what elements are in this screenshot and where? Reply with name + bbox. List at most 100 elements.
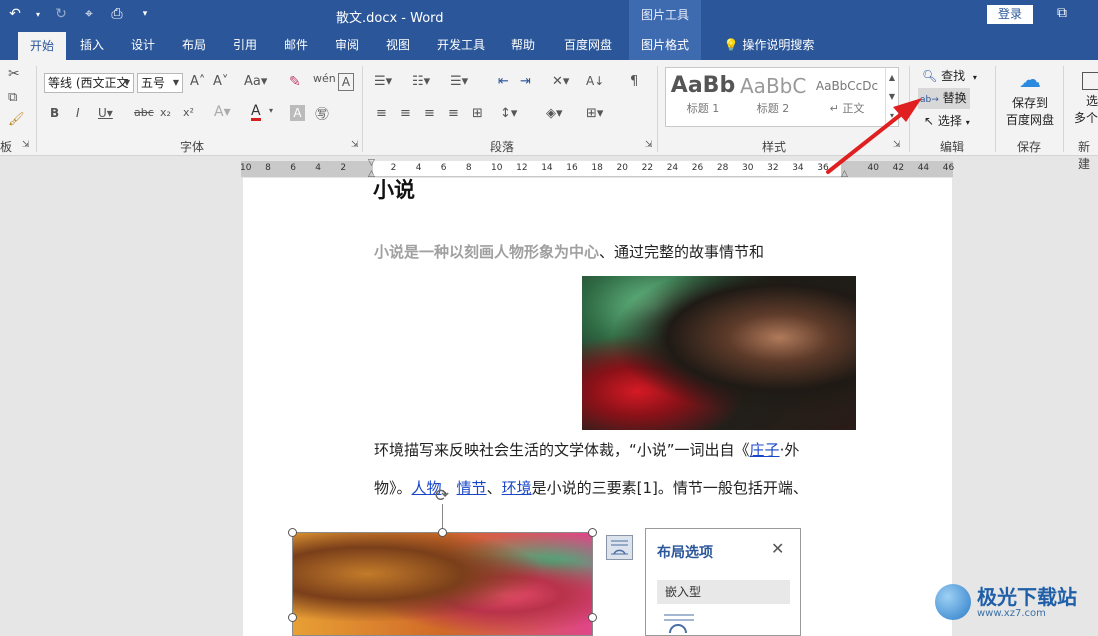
tab-developer[interactable]: 开发工具: [432, 30, 490, 60]
distributed-icon[interactable]: ⊞: [472, 106, 483, 121]
align-left-icon[interactable]: ≡: [376, 106, 387, 121]
cut-icon[interactable]: ✂: [8, 66, 20, 82]
rotate-handle-icon[interactable]: ⟳: [432, 486, 452, 506]
tab-mailings[interactable]: 邮件: [276, 30, 316, 60]
ribbon-display-options-icon[interactable]: ⧉: [1057, 5, 1067, 21]
font-launcher-icon[interactable]: ⇲: [351, 140, 359, 150]
resize-handle-e[interactable]: [588, 613, 597, 622]
ruler-number: 2: [390, 163, 397, 173]
format-painter-qat-icon[interactable]: ⌖: [80, 5, 98, 23]
clear-format-icon[interactable]: ✎: [289, 74, 301, 90]
print-preview-icon[interactable]: ⎙: [108, 5, 126, 23]
login-button[interactable]: 登录: [987, 5, 1033, 24]
tab-references[interactable]: 引用: [225, 30, 265, 60]
tab-baidu-netdisk[interactable]: 百度网盘: [557, 30, 619, 60]
show-marks-icon[interactable]: ¶: [630, 74, 638, 89]
font-size-value: 五号: [141, 76, 166, 90]
layout-options-button[interactable]: [606, 535, 633, 560]
style-heading2[interactable]: AaBbC 标题 2: [740, 72, 806, 122]
redo-icon[interactable]: ↻: [52, 5, 70, 23]
font-color-dropdown-icon[interactable]: ▾: [269, 106, 273, 115]
tab-view[interactable]: 视图: [378, 30, 418, 60]
format-painter-icon[interactable]: 🖌: [8, 112, 25, 127]
resize-handle-n[interactable]: [438, 528, 447, 537]
undo-dropdown-icon[interactable]: ▾: [34, 5, 42, 23]
horizontal-ruler[interactable]: 10 8 6 4 2 2 4 6 8 10 12 14 16 18 20 22 24 26 28 30 32 34 36 40…: [240, 158, 954, 179]
close-icon[interactable]: ✕: [771, 539, 784, 558]
tell-me-search[interactable]: 💡 操作说明搜索: [714, 30, 824, 60]
subscript-icon[interactable]: x₂: [160, 106, 171, 119]
ruler-number: 18: [591, 163, 603, 173]
borders-icon[interactable]: ⊞▾: [586, 106, 603, 121]
style-normal[interactable]: AaBbCcDc ↵ 正文: [814, 72, 880, 122]
superscript-icon[interactable]: x²: [183, 106, 194, 119]
styles-launcher-icon[interactable]: ⇲: [893, 140, 901, 150]
bold-icon[interactable]: B: [50, 106, 59, 120]
strikethrough-icon[interactable]: abc: [134, 106, 154, 119]
first-line-indent-marker[interactable]: ▽: [368, 158, 375, 168]
inline-with-text-option-icon[interactable]: [662, 613, 696, 636]
font-name-combo[interactable]: 等线 (西文正文 ▼: [44, 73, 134, 93]
resize-handle-ne[interactable]: [588, 528, 597, 537]
underline-icon[interactable]: U▾: [98, 106, 113, 120]
paragraph-launcher-icon[interactable]: ⇲: [645, 140, 653, 150]
undo-icon[interactable]: ↶: [6, 5, 24, 23]
tab-home[interactable]: 开始: [18, 32, 66, 60]
inline-photo-woman[interactable]: [582, 276, 856, 430]
link-plot[interactable]: 情节: [457, 479, 487, 497]
shrink-font-icon[interactable]: A˅: [213, 74, 228, 89]
style-sample: AaBb: [670, 73, 736, 98]
document-heading[interactable]: 小说: [373, 174, 415, 204]
tab-help[interactable]: 帮助: [503, 30, 543, 60]
clipboard-launcher-icon[interactable]: ⇲: [22, 140, 30, 150]
text-effects-icon[interactable]: A▾: [214, 104, 231, 120]
tab-review[interactable]: 审阅: [327, 30, 367, 60]
tab-insert[interactable]: 插入: [72, 30, 112, 60]
ruler-number: 44: [917, 163, 930, 173]
align-center-icon[interactable]: ≡: [400, 106, 411, 121]
italic-icon[interactable]: I: [76, 106, 80, 120]
multilevel-list-icon[interactable]: ☰▾: [450, 74, 468, 89]
replace-button[interactable]: ab→ 替换: [918, 88, 970, 109]
phonetic-guide-icon[interactable]: wén: [313, 72, 336, 85]
increase-indent-icon[interactable]: ⇥: [520, 74, 531, 89]
copy-icon[interactable]: ⧉: [8, 90, 17, 105]
resize-handle-nw[interactable]: [288, 528, 297, 537]
enclose-char-icon[interactable]: ㊢: [315, 104, 329, 124]
picture-tools-context-label: 图片工具: [629, 0, 701, 30]
resize-handle-w[interactable]: [288, 613, 297, 622]
find-button[interactable]: 🔍︎ 查找 ▾: [922, 67, 977, 84]
ruler-number: 6: [290, 163, 296, 173]
char-shading-icon[interactable]: A: [290, 105, 305, 121]
numbering-icon[interactable]: ☷▾: [412, 74, 430, 89]
select-multiple-button[interactable]: 选 多个: [1074, 68, 1098, 126]
link-zhuangzi[interactable]: 庄子: [750, 441, 780, 459]
bullets-icon[interactable]: ☰▾: [374, 74, 392, 89]
line-spacing-icon[interactable]: ↕▾: [500, 106, 517, 121]
decrease-indent-icon[interactable]: ⇤: [498, 74, 509, 89]
tab-layout[interactable]: 布局: [174, 30, 214, 60]
link-environment[interactable]: 环境: [502, 479, 532, 497]
tab-design[interactable]: 设计: [123, 30, 163, 60]
save-to-baidu-button[interactable]: ☁ 保存到 百度网盘: [1004, 68, 1056, 128]
grow-font-icon[interactable]: A˄: [190, 74, 205, 89]
select-button[interactable]: ↖ 选择 ▾: [924, 112, 970, 129]
styles-scroll[interactable]: ▲ ▼ ▾: [885, 68, 898, 126]
font-size-combo[interactable]: 五号 ▼: [137, 73, 183, 93]
char-border-icon[interactable]: A: [338, 73, 354, 91]
line-text: 、: [486, 479, 502, 497]
style-heading1[interactable]: AaBb 标题 1: [670, 72, 736, 122]
tab-picture-format[interactable]: 图片格式: [629, 30, 701, 60]
font-color-icon[interactable]: A: [251, 104, 261, 121]
find-label: 查找: [941, 69, 966, 83]
align-right-icon[interactable]: ≡: [424, 106, 435, 121]
change-case-icon[interactable]: Aa▾: [244, 74, 267, 89]
shading-icon[interactable]: ◈▾: [546, 106, 563, 121]
customize-qat-icon[interactable]: ▾: [136, 5, 154, 23]
sort-icon[interactable]: A↓: [586, 74, 604, 88]
ribbon-home: ✂ ⧉ 🖌 板 ⇲ 等线 (西文正文 ▼ 五号 ▼ A˄ A˅ Aa▾ ✎ wé…: [0, 60, 1098, 171]
chinese-layout-icon[interactable]: ✕▾: [552, 74, 569, 89]
justify-icon[interactable]: ≡: [448, 106, 459, 121]
paragraph-line-1[interactable]: 小说是一种以刻画人物形象为中心、通过完整的故事情节和: [374, 241, 764, 262]
paragraph-line-2[interactable]: 环境描写来反映社会生活的文学体裁，“小说”一词出自《庄子·外: [374, 439, 799, 460]
